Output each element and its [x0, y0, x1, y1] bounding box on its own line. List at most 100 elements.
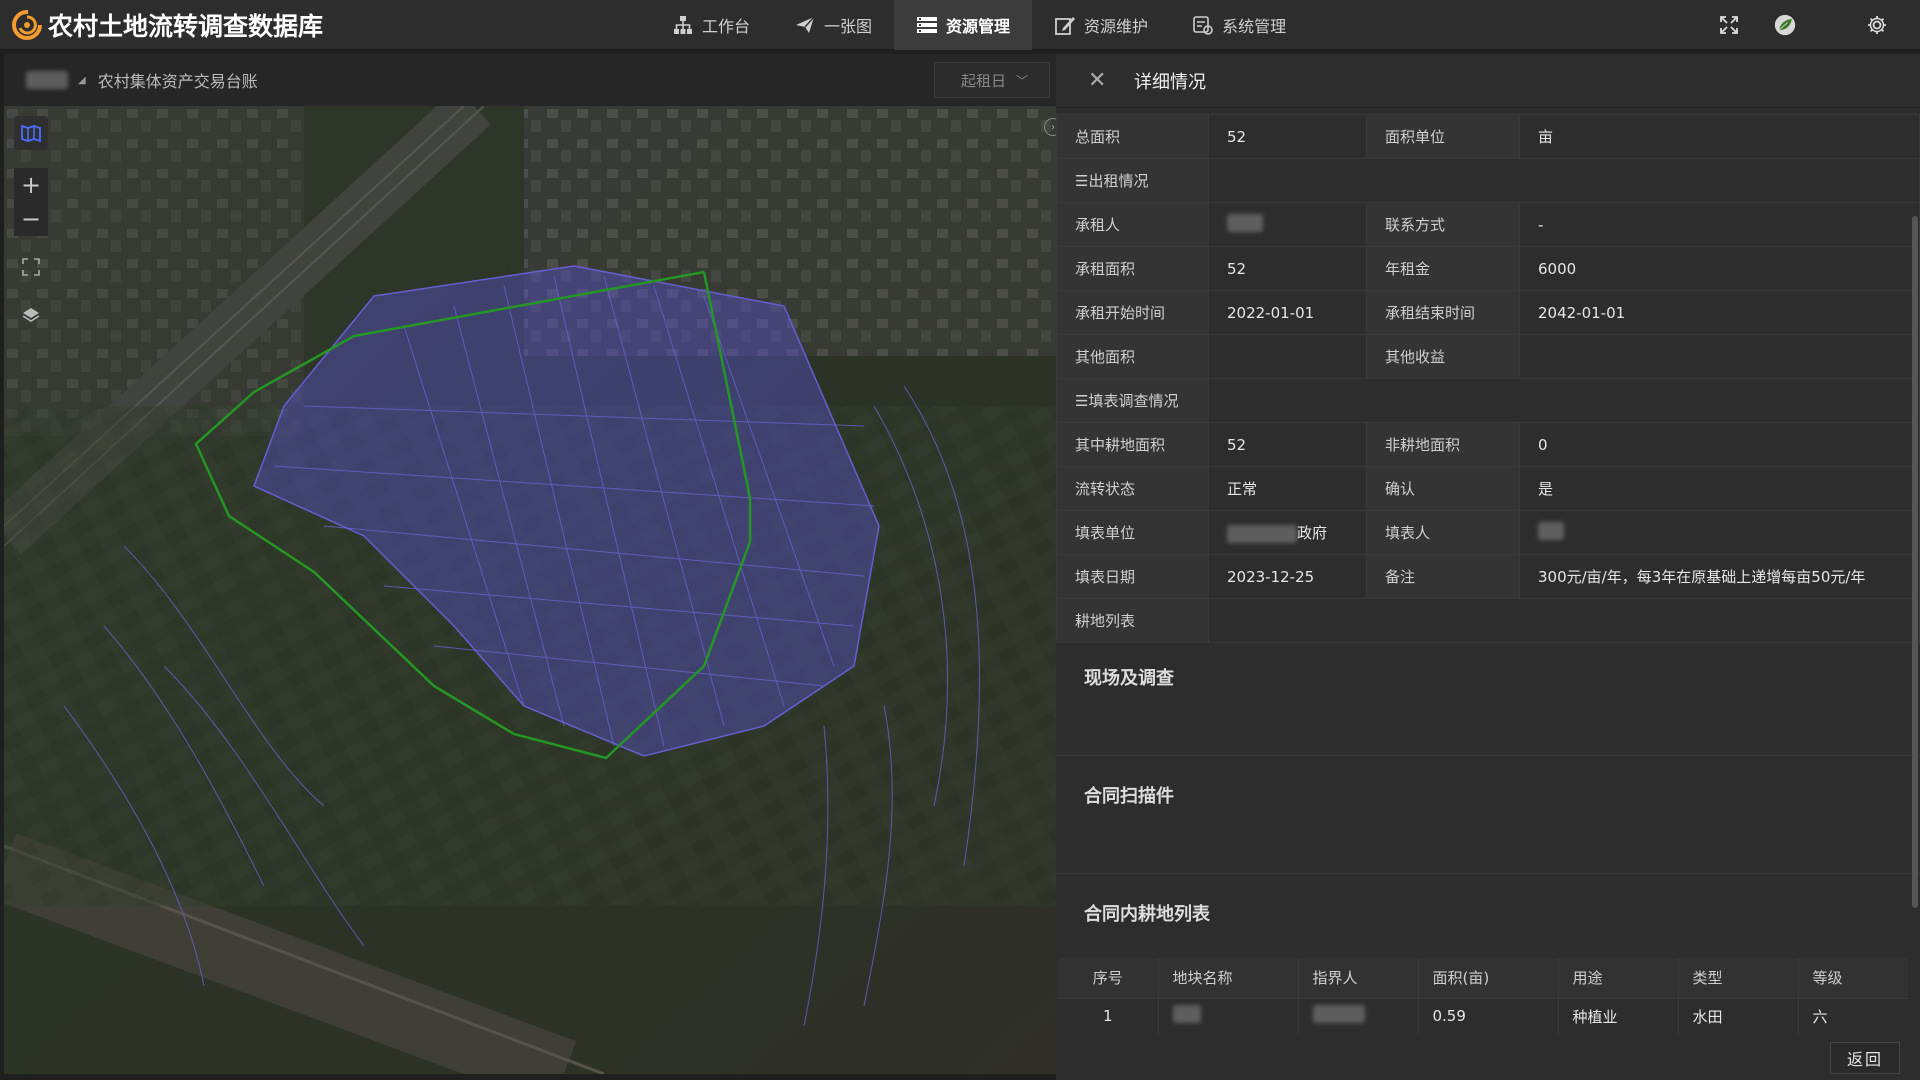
leaf-avatar-icon[interactable]	[1772, 12, 1798, 38]
breadcrumb-current: 农村集体资产交易台账	[97, 72, 258, 91]
table-row[interactable]: 1 0.59 种植业 水田 六	[1058, 998, 1908, 1034]
table-cell: 0.59	[1418, 998, 1559, 1034]
column-header[interactable]: 面积(亩)	[1418, 958, 1559, 999]
nav-item-onemap[interactable]: 一张图	[772, 0, 894, 50]
nav-label: 工作台	[702, 17, 751, 36]
column-header[interactable]: 地块名称	[1158, 958, 1299, 999]
panel-title: 详细情况	[1134, 71, 1206, 93]
field-value: -	[1519, 202, 1920, 247]
field-value	[1519, 510, 1920, 555]
table-cell	[1298, 998, 1419, 1034]
map-area: ◢ 农村集体资产交易台账 起租日 ﹀ + − ›	[4, 54, 1056, 1074]
fullscreen-icon[interactable]	[1716, 12, 1742, 38]
field-value: 亩	[1519, 114, 1920, 159]
gear-icon[interactable]	[1864, 12, 1890, 38]
layers-map-icon[interactable]	[14, 116, 48, 150]
column-header[interactable]: 等级	[1798, 958, 1908, 999]
map-toolbar: + −	[14, 116, 48, 332]
fullscreen-extent-icon[interactable]	[14, 250, 48, 284]
detail-row: 填表单位 政府 填表人	[1056, 510, 1920, 555]
contract-parcel-section: 合同内耕地列表	[1056, 874, 1920, 958]
detail-panel: ✕ 详细情况 总面积 52 面积单位 亩 ☰出租情况 承租人 联系方式 - 承租…	[1056, 54, 1920, 1080]
detail-row: 承租人 联系方式 -	[1056, 202, 1920, 247]
field-label: 总面积	[1056, 114, 1209, 159]
top-bar: 农村土地流转调查数据库 工作台 一张图 资源管理 资源维护 系统管理	[0, 0, 1920, 50]
layers-icon[interactable]	[14, 298, 48, 332]
nav-item-resource-maintenance[interactable]: 资源维护	[1032, 0, 1170, 50]
field-value	[1519, 334, 1920, 379]
field-value: 52	[1208, 422, 1367, 467]
brand[interactable]: 农村土地流转调查数据库	[10, 8, 323, 42]
field-value: 6000	[1519, 246, 1920, 291]
section-heading: ☰填表调查情况	[1056, 378, 1209, 423]
column-header[interactable]: 序号	[1058, 958, 1159, 999]
field-label: 年租金	[1366, 246, 1520, 291]
nav-item-resource-management[interactable]: 资源管理	[894, 0, 1033, 50]
field-label: 填表日期	[1056, 554, 1209, 599]
detail-row: 承租开始时间 2022-01-01 承租结束时间 2042-01-01	[1056, 290, 1920, 335]
detail-section-row: ☰出租情况	[1056, 158, 1920, 203]
column-header[interactable]: 类型	[1678, 958, 1799, 999]
column-header[interactable]: 用途	[1558, 958, 1679, 999]
field-label: 非耕地面积	[1366, 422, 1520, 467]
caret-icon: ◢	[78, 74, 86, 86]
breadcrumb: ◢ 农村集体资产交易台账	[26, 68, 258, 92]
redacted-region-name[interactable]	[26, 71, 68, 89]
redacted-parcel-name	[1172, 1005, 1201, 1024]
date-filter-select[interactable]: 起租日 ﹀	[934, 62, 1050, 98]
nav-item-workbench[interactable]: 工作台	[650, 0, 772, 50]
field-value: 是	[1519, 466, 1920, 511]
back-button[interactable]: 返回	[1830, 1042, 1900, 1074]
column-header[interactable]: 指界人	[1298, 958, 1419, 999]
panel-scrollbar[interactable]	[1912, 216, 1918, 908]
zoom-in-icon[interactable]: +	[14, 168, 48, 202]
field-value: 2023-12-25	[1208, 554, 1367, 599]
field-label: 联系方式	[1366, 202, 1520, 247]
section-title: 现场及调查	[1084, 668, 1174, 689]
field-label: 承租人	[1056, 202, 1209, 247]
field-label: 承租结束时间	[1366, 290, 1520, 335]
zoom-out-icon[interactable]: −	[14, 202, 48, 236]
section-title: 合同内耕地列表	[1084, 904, 1210, 925]
field-value: 0	[1519, 422, 1920, 467]
detail-row: 其他面积 其他收益	[1056, 334, 1920, 379]
contract-scan-section: 合同扫描件	[1056, 756, 1920, 874]
field-label: 面积单位	[1366, 114, 1520, 159]
section-title: 合同扫描件	[1084, 786, 1174, 807]
field-value	[1208, 334, 1367, 379]
field-value: 2022-01-01	[1208, 290, 1367, 335]
field-label: 确认	[1366, 466, 1520, 511]
field-label: 填表人	[1366, 510, 1520, 555]
redacted-lessee	[1227, 213, 1263, 232]
field-label: 备注	[1366, 554, 1520, 599]
satellite-map[interactable]	[4, 106, 1056, 1074]
date-filter-value: 起租日	[961, 71, 1007, 90]
section-filler	[1208, 158, 1920, 203]
field-label: 其他收益	[1366, 334, 1520, 379]
site-survey-section: 现场及调查	[1056, 638, 1920, 756]
edit-icon	[1055, 17, 1076, 35]
field-value: 2042-01-01	[1519, 290, 1920, 335]
redacted-unit	[1227, 524, 1297, 543]
close-icon[interactable]: ✕	[1088, 68, 1112, 93]
section-heading: ☰出租情况	[1056, 158, 1209, 203]
redacted-filler	[1538, 521, 1564, 540]
section-filler	[1208, 378, 1920, 423]
collapse-panel-icon[interactable]: ›	[1044, 118, 1056, 136]
chevron-down-icon: ﹀	[1016, 73, 1029, 88]
field-value: 300元/亩/年，每3年在原基础上递增每亩50元/年	[1519, 554, 1920, 599]
panel-header: ✕ 详细情况	[1056, 54, 1920, 108]
field-value: 52	[1208, 114, 1367, 159]
nav-item-system-management[interactable]: 系统管理	[1170, 0, 1308, 50]
detail-row: 耕地列表	[1056, 598, 1920, 643]
detail-section-row: ☰填表调查情况	[1056, 378, 1920, 423]
field-value: 52	[1208, 246, 1367, 291]
org-chart-icon	[674, 16, 692, 34]
detail-table: 总面积 52 面积单位 亩 ☰出租情况 承租人 联系方式 - 承租面积 52 年…	[1056, 114, 1920, 643]
detail-row: 承租面积 52 年租金 6000	[1056, 246, 1920, 291]
field-value	[1208, 202, 1367, 247]
detail-row: 流转状态 正常 确认 是	[1056, 466, 1920, 511]
table-header-row: 序号 地块名称 指界人 面积(亩) 用途 类型 等级	[1058, 958, 1908, 999]
swirl-logo-icon	[12, 10, 42, 40]
field-label: 填表单位	[1056, 510, 1209, 555]
